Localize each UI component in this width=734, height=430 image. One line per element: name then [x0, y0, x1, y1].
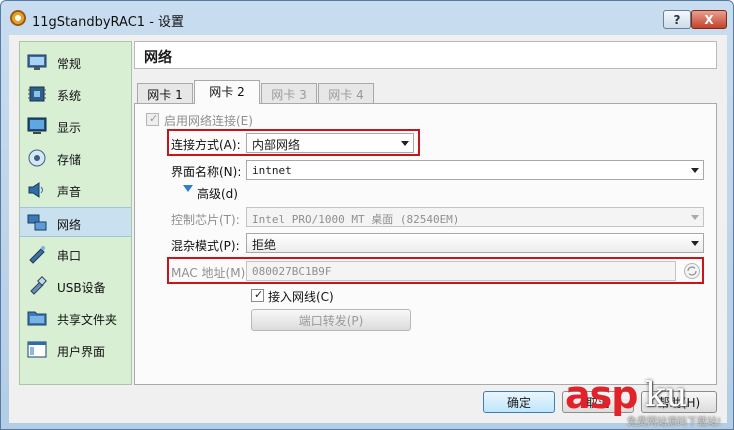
- storage-icon: [28, 149, 46, 167]
- sidebar-item-label: 用户界面: [57, 345, 106, 359]
- sidebar-item-usb[interactable]: USB设备: [20, 271, 131, 301]
- sidebar-item-label: 存储: [57, 153, 82, 167]
- tab-adapter-1[interactable]: 网卡 1: [137, 83, 193, 103]
- tab-adapter-3[interactable]: 网卡 3: [261, 83, 317, 103]
- promiscuous-mode-select[interactable]: 拒绝: [246, 233, 704, 253]
- page-title: 网络: [144, 50, 172, 66]
- mac-address-value: 080027BC1B9F: [252, 265, 332, 278]
- sidebar-item-label: 声音: [57, 185, 82, 199]
- adapter-type-label: 控制芯片(T):: [171, 213, 240, 227]
- window-icon: [27, 341, 47, 358]
- enable-adapter-checkbox[interactable]: ✓: [146, 112, 159, 126]
- chip-icon: [28, 86, 46, 102]
- interface-name-value: intnet: [252, 164, 292, 177]
- refresh-icon[interactable]: [684, 263, 700, 279]
- sidebar-item-network[interactable]: 网络: [20, 207, 131, 237]
- sidebar-item-storage[interactable]: 存储: [20, 143, 131, 173]
- tab-adapter-4[interactable]: 网卡 4: [318, 83, 374, 103]
- sidebar-item-display[interactable]: 显示: [20, 111, 131, 141]
- watermark-tagline: 免费网站源码下载站!: [627, 417, 722, 428]
- speaker-icon: [28, 182, 43, 198]
- attached-to-value: 内部网络: [252, 138, 301, 152]
- check-icon: ✓: [149, 112, 159, 125]
- ok-button[interactable]: 确定: [483, 391, 555, 413]
- display-icon: [27, 117, 47, 134]
- sidebar-item-label: 串口: [57, 249, 82, 263]
- sidebar-item-system[interactable]: 系统: [20, 79, 131, 109]
- sidebar-item-serial[interactable]: 串口: [20, 239, 131, 269]
- monitor-icon: [27, 54, 47, 70]
- check-icon: ✓: [254, 288, 264, 301]
- adapter-type-value: Intel PRO/1000 MT 桌面 (82540EM): [252, 213, 460, 226]
- sidebar-item-general[interactable]: 常规: [20, 47, 131, 77]
- cable-connected-checkbox[interactable]: ✓: [251, 288, 264, 302]
- chevron-down-icon: [691, 215, 699, 220]
- chevron-down-icon: [401, 141, 409, 146]
- interface-name-select[interactable]: intnet: [246, 160, 704, 180]
- sidebar-item-label: 共享文件夹: [57, 313, 118, 327]
- sidebar-item-audio[interactable]: 声音: [20, 175, 131, 205]
- cable-connected-label: 接入网线(C): [268, 290, 334, 304]
- window-title: 11gStandbyRAC1 - 设置: [32, 15, 185, 30]
- enable-adapter-label: 启用网络连接(E): [164, 114, 253, 128]
- sidebar-item-label: 系统: [57, 89, 82, 103]
- page-header: 网络: [134, 41, 717, 69]
- chevron-down-icon: [691, 168, 699, 173]
- virtualbox-icon: [10, 10, 26, 26]
- network-icon: [27, 214, 47, 231]
- dialog-client: 常规 系统 显示 存储 声音 网络 串口 USB设备 共享文件夹 用户界面 网络…: [9, 35, 727, 423]
- adapter-type-select[interactable]: Intel PRO/1000 MT 桌面 (82540EM): [246, 207, 704, 227]
- promiscuous-mode-value: 拒绝: [252, 238, 277, 252]
- refresh-glyph: [687, 266, 697, 276]
- interface-name-label: 界面名称(N):: [171, 165, 242, 179]
- settings-sidebar: 常规 系统 显示 存储 声音 网络 串口 USB设备 共享文件夹 用户界面: [19, 41, 132, 385]
- settings-window: 11gStandbyRAC1 - 设置 ? X 常规 系统 显示 存储 声音 网…: [0, 0, 734, 430]
- usb-icon: [30, 276, 47, 295]
- mac-address-field[interactable]: 080027BC1B9F: [246, 261, 676, 281]
- attached-to-label: 连接方式(A):: [171, 138, 241, 152]
- sidebar-item-label: 常规: [57, 57, 82, 71]
- serial-port-icon: [29, 246, 45, 264]
- advanced-toggle[interactable]: 高级(d): [197, 185, 238, 202]
- attached-to-select[interactable]: 内部网络: [246, 133, 414, 153]
- chevron-down-icon: [691, 241, 699, 246]
- sidebar-item-user-interface[interactable]: 用户界面: [20, 335, 131, 365]
- close-window-button[interactable]: X: [691, 10, 727, 29]
- sidebar-item-shared-folders[interactable]: 共享文件夹: [20, 303, 131, 333]
- expand-triangle-icon[interactable]: [183, 185, 193, 192]
- mac-address-label: MAC 地址(M):: [171, 266, 250, 280]
- promiscuous-mode-label: 混杂模式(P):: [171, 239, 240, 253]
- title-bar[interactable]: 11gStandbyRAC1 - 设置 ? X: [1, 1, 733, 35]
- watermark-logo: asp ku 免费网站源码下载站!: [559, 373, 734, 430]
- watermark-brand-a: asp: [565, 373, 638, 417]
- folder-icon: [27, 311, 47, 326]
- watermark-brand-b: ku: [645, 375, 688, 415]
- sidebar-item-label: 网络: [57, 218, 82, 232]
- tab-adapter-2[interactable]: 网卡 2: [194, 80, 260, 104]
- port-forwarding-button[interactable]: 端口转发(P): [251, 309, 411, 331]
- help-window-button[interactable]: ?: [663, 10, 691, 29]
- sidebar-item-label: 显示: [57, 121, 82, 135]
- sidebar-item-label: USB设备: [57, 281, 106, 295]
